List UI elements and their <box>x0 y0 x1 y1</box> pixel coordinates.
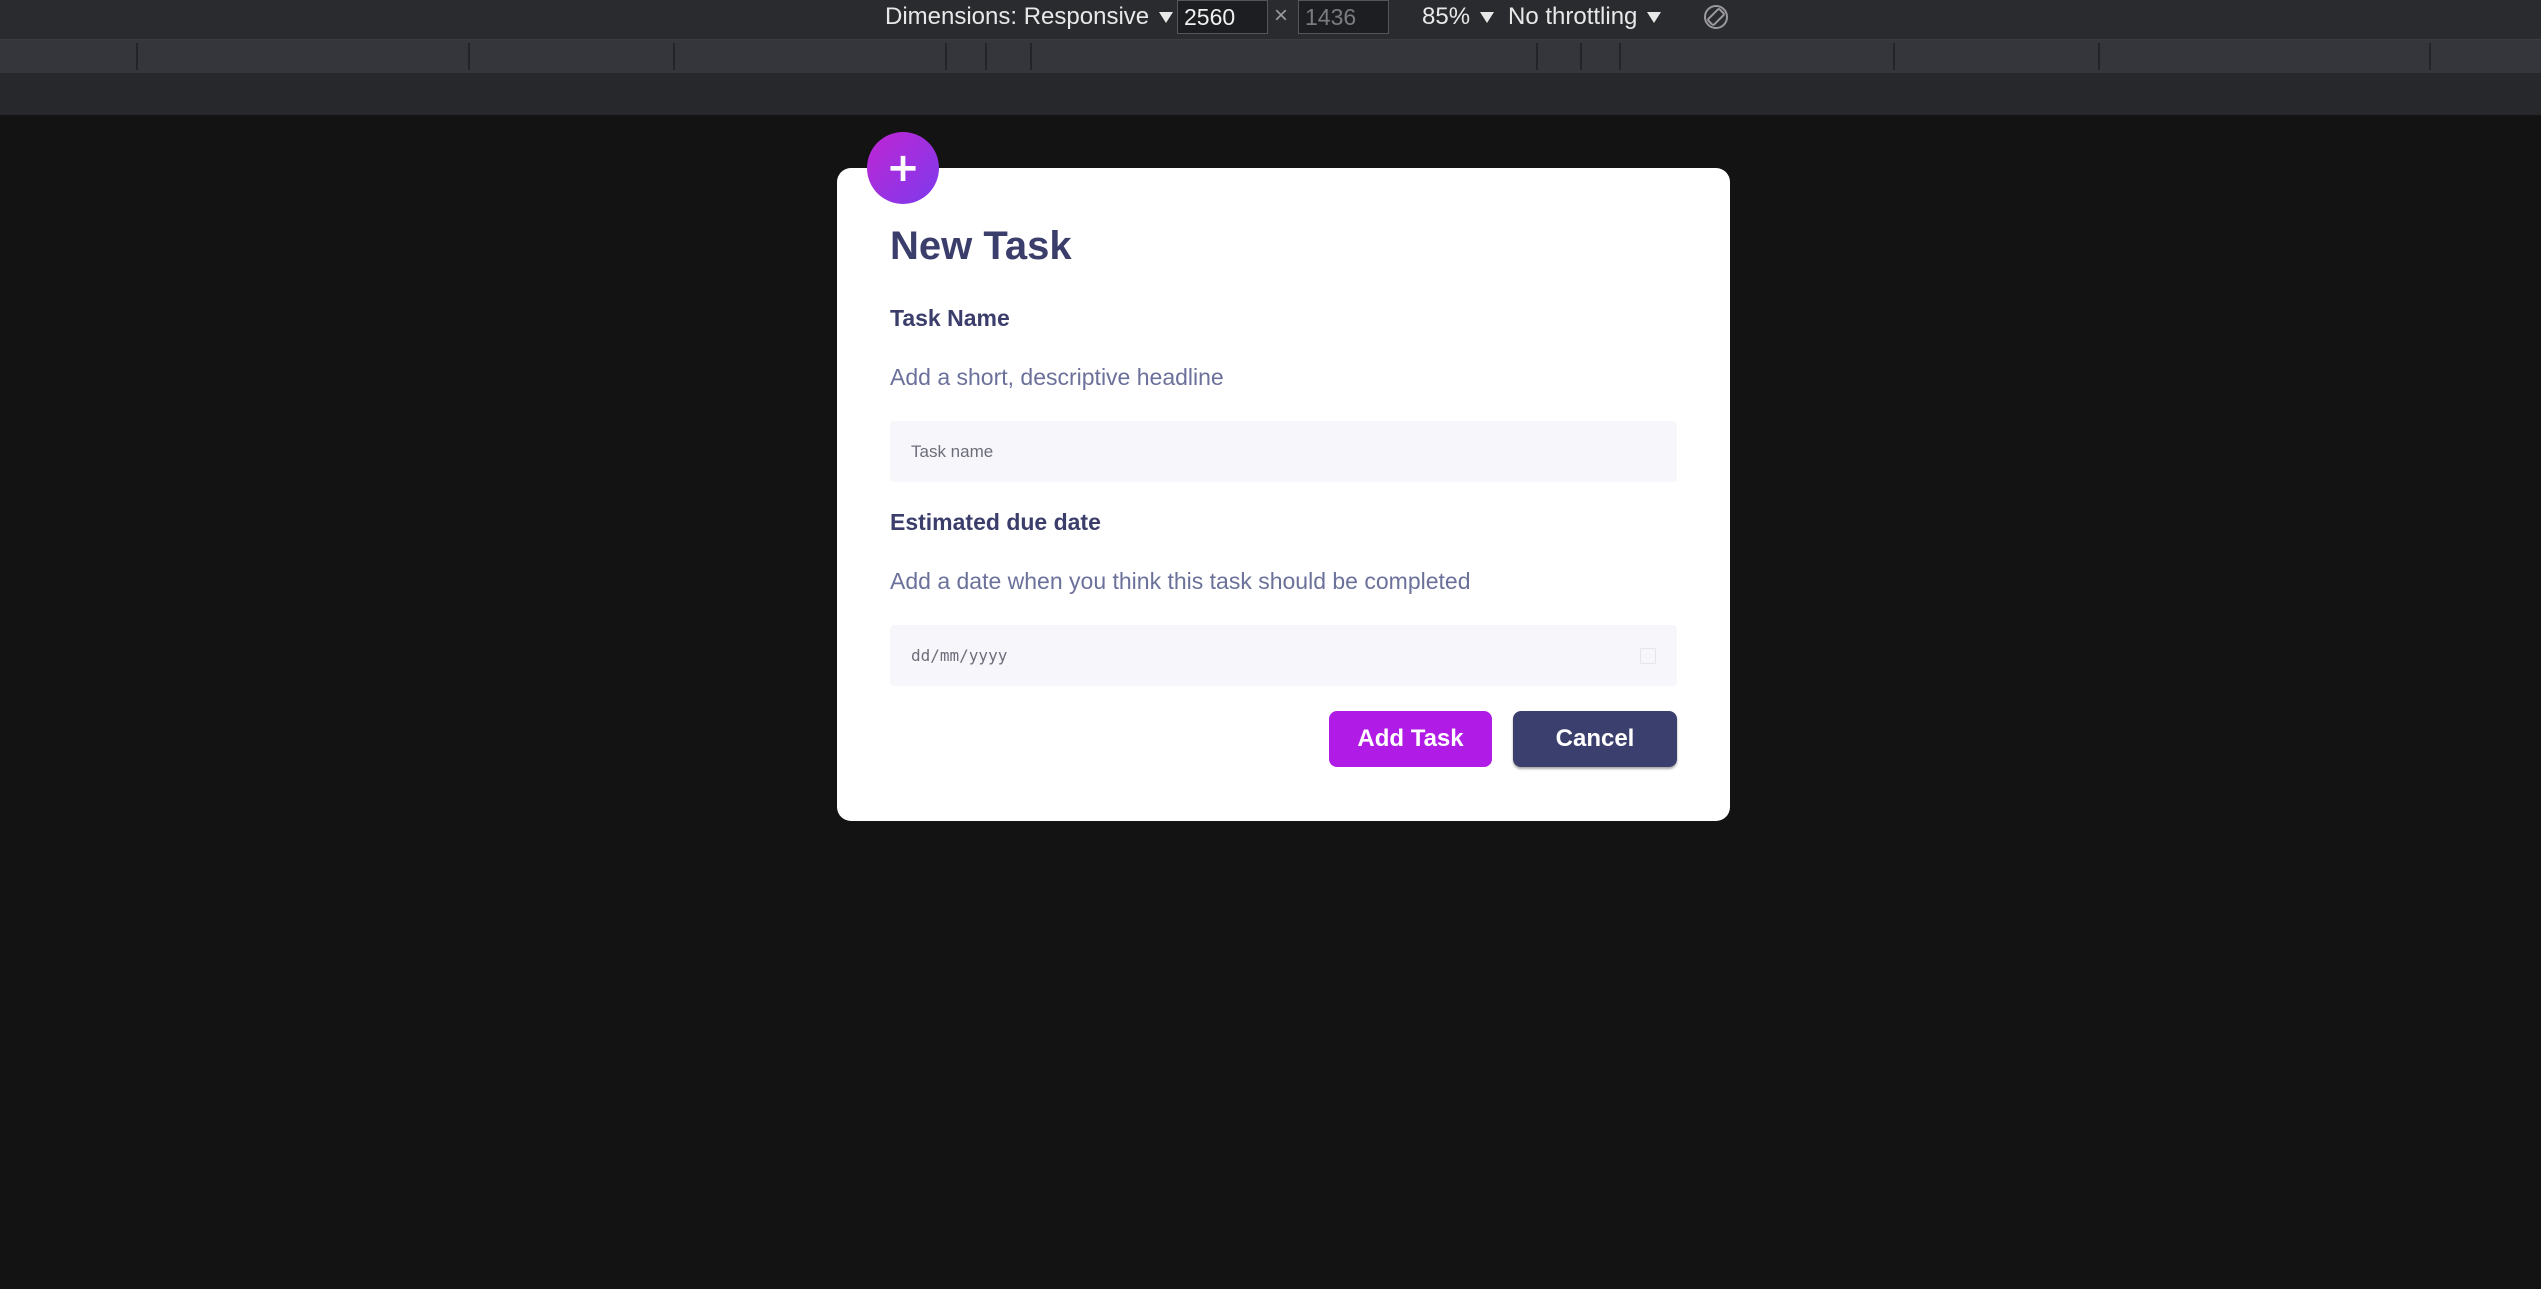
rotate-device-icon[interactable] <box>1702 3 1730 31</box>
task-name-help: Add a short, descriptive headline <box>890 364 1224 390</box>
ruler-segment[interactable] <box>468 43 470 70</box>
task-name-input[interactable] <box>890 421 1677 482</box>
ruler-segment[interactable] <box>1030 43 1032 70</box>
dimensions-dropdown[interactable]: Dimensions: Responsive <box>885 0 1174 34</box>
devtools-device-toolbar: Dimensions: Responsive 2560 × 1436 85% N… <box>0 0 2541 40</box>
due-date-label: Estimated due date <box>890 509 1101 535</box>
zoom-label: 85% <box>1422 3 1471 30</box>
ruler-segment[interactable] <box>1619 43 1621 70</box>
ruler-segment[interactable] <box>985 43 987 70</box>
ruler-segment[interactable] <box>945 43 947 70</box>
times-separator: × <box>1274 2 1289 29</box>
calendar-icon[interactable] <box>1640 647 1656 664</box>
chevron-down-icon <box>1480 11 1495 23</box>
ruler-segment[interactable] <box>1580 43 1582 70</box>
width-input[interactable]: 2560 <box>1177 0 1268 34</box>
chevron-down-icon <box>1159 11 1174 23</box>
ruler-segment[interactable] <box>673 43 675 70</box>
ruler-segment[interactable] <box>2098 43 2100 70</box>
task-name-label: Task Name <box>890 305 1010 331</box>
modal-title: New Task <box>890 224 1072 268</box>
add-icon: + <box>867 132 939 204</box>
ruler-bar-secondary <box>0 73 2541 115</box>
ruler-segment[interactable] <box>136 43 138 70</box>
height-input[interactable]: 1436 <box>1298 0 1389 34</box>
ruler-segment[interactable] <box>1536 43 1538 70</box>
media-query-ruler[interactable] <box>0 40 2541 73</box>
ruler-segment[interactable] <box>1893 43 1895 70</box>
new-task-modal: New Task Task Name Add a short, descript… <box>837 168 1730 821</box>
throttling-label: No throttling <box>1508 3 1638 30</box>
chevron-down-icon <box>1647 11 1662 23</box>
add-task-button[interactable]: Add Task <box>1329 711 1492 767</box>
due-date-help: Add a date when you think this task shou… <box>890 568 1471 594</box>
dimensions-label: Dimensions: Responsive <box>885 3 1150 30</box>
due-date-input[interactable]: dd/mm/yyyy <box>890 625 1677 686</box>
cancel-button[interactable]: Cancel <box>1513 711 1677 767</box>
zoom-dropdown[interactable]: 85% <box>1422 0 1495 34</box>
throttling-dropdown[interactable]: No throttling <box>1508 0 1662 34</box>
date-placeholder: dd/mm/yyyy <box>911 646 1008 665</box>
ruler-segment[interactable] <box>2429 43 2431 70</box>
